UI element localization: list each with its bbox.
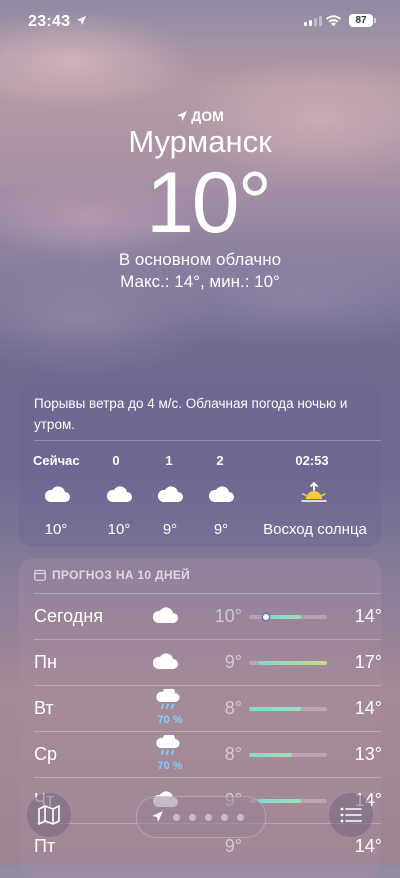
battery-indicator: 87 — [349, 14, 373, 27]
location-arrow-icon — [177, 111, 188, 121]
hourly-forecast-card[interactable]: Порывы ветра до 4 м/с. Облачная погода н… — [19, 383, 381, 547]
ten-day-header: ПРОГНОЗ НА 10 ДНЕЙ — [34, 568, 190, 582]
hour-temperature: 10° — [107, 521, 131, 538]
city-list-button[interactable] — [329, 793, 373, 837]
hour-label: Сейчас — [33, 453, 80, 468]
hour-label: 02:53 — [295, 453, 329, 468]
home-location-label: ДОМ — [0, 108, 400, 124]
page-dot[interactable] — [237, 814, 244, 821]
day-name: Пн — [34, 652, 57, 672]
ten-day-header-text: ПРОГНОЗ НА 10 ДНЕЙ — [52, 568, 191, 582]
rain-cloud-icon — [156, 689, 180, 709]
forecast-summary: Порывы ветра до 4 м/с. Облачная погода н… — [34, 396, 348, 432]
home-label-text: ДОМ — [191, 108, 224, 124]
precipitation-chance: 70 % — [157, 714, 183, 726]
day-high: 17° — [354, 652, 381, 672]
day-low: 8° — [224, 744, 242, 764]
day-name: Вт — [34, 698, 54, 718]
temperature-range-fill — [257, 799, 301, 803]
temperature-range-fill — [266, 615, 301, 619]
page-dot[interactable] — [173, 814, 180, 821]
page-dot[interactable] — [221, 814, 228, 821]
day-row[interactable]: Ср 70 % 8° 13° — [34, 731, 381, 777]
hour-temperature: 10° — [44, 521, 68, 538]
day-high: 14° — [354, 606, 381, 626]
temperature-range-bar — [249, 753, 327, 757]
temperature-range-bar — [249, 661, 327, 665]
map-button[interactable] — [27, 793, 71, 837]
list-icon — [340, 807, 362, 823]
cloud-icon — [106, 486, 132, 502]
wifi-icon — [326, 15, 341, 27]
hour-label: 2 — [216, 453, 224, 468]
day-row[interactable]: Вт 70 % 8° 14° — [34, 685, 381, 731]
temperature-range-fill — [257, 661, 327, 665]
day-low: 8° — [224, 698, 242, 718]
status-bar: 23:43 87 — [0, 0, 400, 44]
day-high: 14° — [354, 836, 381, 856]
temperature-range-bar — [249, 614, 327, 620]
cloud-icon — [44, 486, 70, 502]
weather-condition: В основном облачно — [118, 250, 282, 269]
divider — [34, 440, 381, 441]
high-low-temperature: Макс.: 14°, мин.: 10° — [120, 272, 280, 291]
day-low: 9° — [224, 836, 242, 856]
cloud-icon — [152, 653, 178, 669]
day-name: Пт — [34, 836, 56, 856]
hour-temperature: Восход солнца — [263, 521, 367, 538]
cloud-icon — [208, 486, 234, 502]
cloud-icon — [152, 607, 178, 623]
day-low: 9° — [224, 652, 242, 672]
day-low: 10° — [214, 606, 242, 626]
cellular-signal-icon — [304, 16, 322, 26]
day-high: 13° — [354, 744, 381, 764]
temperature-range-fill — [249, 707, 301, 711]
temperature-range-bar — [249, 707, 327, 711]
battery-tip — [374, 18, 376, 23]
location-arrow-icon — [152, 811, 163, 822]
location-arrow-icon — [76, 15, 87, 26]
hour-label: 1 — [165, 453, 173, 468]
map-icon — [38, 805, 60, 825]
status-time: 23:43 — [28, 13, 71, 30]
current-temp-dot — [263, 614, 270, 620]
page-indicator[interactable] — [136, 796, 266, 838]
hour-label: 0 — [112, 453, 120, 468]
day-name: Ср — [34, 744, 58, 764]
cloud-icon — [157, 486, 183, 502]
precipitation-chance: 70 % — [157, 760, 183, 772]
temperature-range-fill — [249, 753, 293, 757]
day-name: Сегодня — [34, 606, 103, 626]
calendar-icon — [34, 569, 46, 581]
hour-temperature: 9° — [213, 521, 229, 538]
hour-temperature: 9° — [162, 521, 178, 538]
current-temperature: 10° — [145, 155, 272, 251]
page-dot[interactable] — [189, 814, 196, 821]
day-row[interactable]: Пн 9° 17° — [34, 639, 381, 685]
page-dot[interactable] — [205, 814, 212, 821]
day-row[interactable]: Сегодня 10° 14° — [34, 593, 381, 639]
day-high: 14° — [354, 698, 381, 718]
rain-cloud-icon — [156, 735, 180, 755]
sunrise-icon — [301, 482, 327, 502]
